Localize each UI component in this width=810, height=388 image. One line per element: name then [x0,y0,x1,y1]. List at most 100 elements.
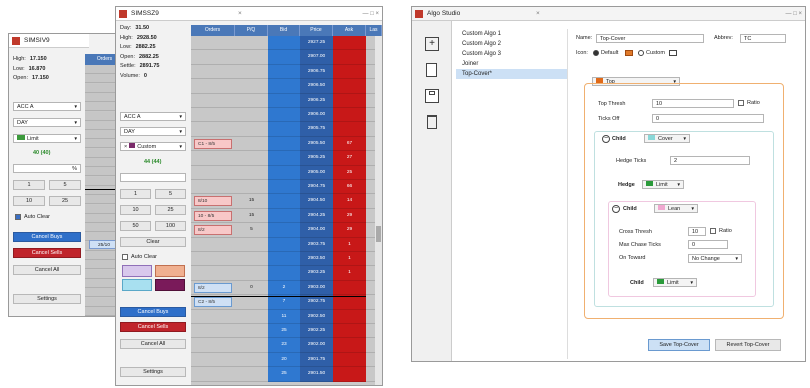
price-cell[interactable]: 2904.50 [300,194,333,209]
ask-cell[interactable] [333,64,366,80]
on-toward-select[interactable]: No Change ▼ [688,254,742,263]
bid-cell[interactable] [268,79,300,94]
qty-button-25[interactable]: 25 [155,205,186,215]
price-column-header[interactable]: Price [300,25,333,36]
last-cell[interactable] [366,367,375,382]
price-cell[interactable]: 2905.00 [300,165,333,180]
orders-cell[interactable] [191,36,235,51]
order-tag[interactable]: 10 - 8/5 [194,210,232,221]
max-chase-input[interactable]: 0 [688,240,728,249]
last-cell[interactable] [366,280,375,296]
copy-algo-icon[interactable] [426,63,437,77]
top-thresh-input[interactable]: 10 [652,99,734,108]
orders-cell[interactable] [191,50,235,65]
qty-button-25[interactable]: 25 [49,196,81,206]
orders-cell[interactable] [191,79,235,94]
name-input[interactable]: Top-Cover [596,34,704,43]
orders-cell[interactable] [191,338,235,353]
last-cell[interactable] [366,122,375,137]
list-item[interactable]: Top-Cover* [456,69,567,79]
auto-clear-checkbox[interactable] [122,254,128,260]
pq-cell[interactable] [235,50,268,65]
qty-button-10[interactable]: 10 [13,196,45,206]
color-swatch-purple[interactable] [155,279,185,291]
ask-cell[interactable]: 29 [333,223,366,238]
price-cell[interactable]: 2902.75 [300,295,333,310]
ticks-off-input[interactable]: 0 [652,114,764,123]
pq-cell[interactable] [235,108,268,123]
ask-cell[interactable]: 29 [333,208,366,224]
order-type-select[interactable]: Limit ▼ [13,134,81,143]
orders-cell[interactable] [191,266,235,281]
algo-studio-titlebar[interactable]: Algo Studio × — □ × [412,7,805,21]
bid-cell[interactable]: 7 [268,295,300,310]
qty-button-1[interactable]: 1 [120,189,151,199]
price-cell[interactable]: 2906.00 [300,108,333,123]
bid-cell[interactable] [268,108,300,123]
orders-cell[interactable] [191,180,235,195]
pq-cell[interactable] [235,165,268,180]
ask-cell[interactable]: 1 [333,237,366,252]
bid-cell[interactable] [268,50,300,65]
bid-cell[interactable] [268,208,300,224]
settings-button[interactable]: Settings [13,294,81,304]
pq-cell[interactable] [235,151,268,166]
bid-cell[interactable]: 11 [268,309,300,324]
tif-select[interactable]: DAY ▼ [120,127,186,136]
bid-cell[interactable]: 25 [268,367,300,382]
list-item[interactable]: Joiner [456,59,567,69]
cancel-all-button[interactable]: Cancel All [120,339,186,349]
price-cell[interactable]: 2905.75 [300,122,333,137]
ask-column-header[interactable]: Ask [333,25,366,36]
last-cell[interactable] [366,36,375,51]
ask-cell[interactable] [333,36,366,51]
ask-cell[interactable]: 1 [333,252,366,267]
ask-cell[interactable] [333,367,366,382]
qty-button-10[interactable]: 10 [120,205,151,215]
close-icon[interactable]: × [124,144,127,150]
price-cell[interactable]: 2904.75 [300,180,333,195]
orders-column-header[interactable]: Orders [191,25,235,36]
orders-cell[interactable] [191,252,235,267]
cancel-sells-button[interactable]: Cancel Sells [13,248,81,258]
order-tag[interactable]: 8/2 [194,282,232,293]
close-tab-icon[interactable]: × [238,7,242,21]
pq-cell[interactable]: 15 [235,194,268,209]
revert-algo-button[interactable]: Revert Top-Cover [715,339,781,351]
cross-ratio-checkbox[interactable] [710,228,716,234]
collapse-lean-icon[interactable]: − [612,205,620,213]
left-window-titlebar[interactable]: SIMSIV9 [9,34,89,48]
account-select[interactable]: ACC A ▼ [120,112,186,121]
ask-cell[interactable]: 1 [333,266,366,281]
custom-icon-swatch[interactable] [669,50,677,56]
ask-cell[interactable] [333,79,366,94]
custom-radio[interactable] [638,50,644,56]
order-tag[interactable]: 8/10 [194,196,232,207]
cancel-buys-button[interactable]: Cancel Buys [120,307,186,317]
default-radio[interactable] [593,50,599,56]
ask-cell[interactable] [333,338,366,353]
pq-cell[interactable] [235,180,268,195]
price-cell[interactable]: 2903.00 [300,280,333,296]
orders-cell[interactable] [191,237,235,252]
qty-input[interactable]: % [13,164,81,173]
price-cell[interactable]: 2903.75 [300,237,333,252]
bid-cell[interactable] [268,93,300,108]
pq-cell[interactable] [235,122,268,137]
bid-cell[interactable] [268,223,300,238]
cover-type-select[interactable]: Cover ▼ [644,134,690,143]
bid-cell[interactable] [268,122,300,137]
last-cell[interactable] [366,93,375,108]
price-cell[interactable]: 2905.25 [300,151,333,166]
ask-cell[interactable]: 14 [333,194,366,209]
vertical-scrollbar[interactable] [375,36,382,385]
ask-cell[interactable] [333,352,366,368]
last-cell[interactable] [366,194,375,209]
list-item[interactable]: Custom Algo 3 [456,49,567,59]
pq-cell[interactable] [235,367,268,382]
last-cell[interactable] [366,208,375,224]
color-swatch-lavender[interactable] [122,265,152,277]
bid-cell[interactable]: 23 [268,338,300,353]
scrollbar-thumb[interactable] [376,226,381,242]
ask-cell[interactable] [333,324,366,339]
